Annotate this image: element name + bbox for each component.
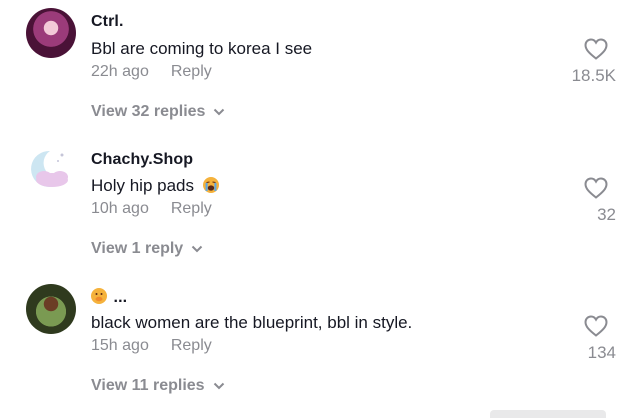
view-replies-label: View 32 replies — [91, 103, 206, 120]
avatar[interactable] — [26, 8, 76, 58]
bottom-panel-edge — [490, 410, 606, 418]
like-button[interactable]: 134 — [536, 315, 616, 363]
comment-meta: 15h ago Reply — [91, 337, 212, 355]
view-replies-button[interactable]: View 1 reply — [91, 240, 203, 258]
view-replies-label: View 1 reply — [91, 240, 184, 257]
avatar[interactable] — [26, 284, 76, 334]
like-count: 134 — [587, 343, 616, 362]
reply-button[interactable]: Reply — [171, 337, 212, 354]
thinking-emoji-icon — [91, 288, 107, 304]
avatar[interactable] — [26, 145, 76, 195]
comment-meta: 22h ago Reply — [91, 63, 212, 81]
heart-icon[interactable] — [584, 315, 608, 337]
like-count: 18.5K — [571, 66, 616, 85]
like-button[interactable]: 18.5K — [536, 38, 616, 86]
heart-icon[interactable] — [584, 177, 608, 199]
comment-username[interactable]: Chachy.Shop — [91, 151, 193, 169]
comment-time: 10h ago — [91, 200, 149, 217]
moon-cloud-avatar-icon — [31, 150, 68, 187]
like-button[interactable]: 32 — [536, 177, 616, 225]
comment-text: Bbl are coming to korea I see — [91, 39, 313, 58]
reply-button[interactable]: Reply — [171, 200, 212, 217]
like-count: 32 — [597, 205, 616, 224]
chevron-down-icon — [213, 382, 224, 390]
comment-text-body: Holy hip pads — [91, 176, 195, 195]
reply-button[interactable]: Reply — [171, 63, 212, 80]
comment-time: 15h ago — [91, 337, 149, 354]
comment-time: 22h ago — [91, 63, 149, 80]
chevron-down-icon — [191, 245, 203, 253]
crying-emoji-icon — [202, 177, 219, 193]
comment-username[interactable]: Ctrl. — [91, 13, 124, 31]
view-replies-button[interactable]: View 11 replies — [91, 377, 225, 395]
comment-username[interactable]: ... — [91, 288, 127, 307]
view-replies-button[interactable]: View 32 replies — [91, 103, 225, 121]
comment-meta: 10h ago Reply — [91, 200, 212, 218]
view-replies-label: View 11 replies — [91, 377, 205, 394]
username-text: ... — [113, 289, 128, 306]
heart-icon[interactable] — [584, 38, 608, 60]
chevron-down-icon — [214, 108, 225, 116]
comment-text: Holy hip pads — [91, 176, 219, 196]
comment-text: black women are the blueprint, bbl in st… — [91, 313, 413, 332]
